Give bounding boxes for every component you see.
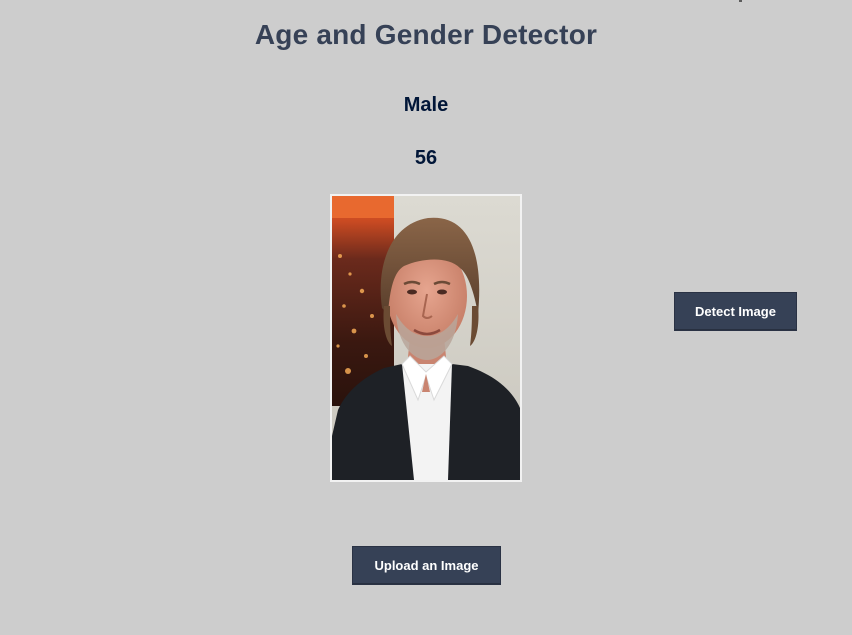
app-title: Age and Gender Detector	[254, 19, 598, 50]
uploaded-photo	[330, 194, 522, 482]
age-result: 56	[414, 147, 438, 169]
detect-image-button[interactable]: Detect Image	[674, 292, 797, 331]
window-edge-mark	[739, 0, 742, 2]
upload-image-button[interactable]: Upload an Image	[352, 546, 501, 585]
gender-result: Male	[403, 94, 449, 116]
